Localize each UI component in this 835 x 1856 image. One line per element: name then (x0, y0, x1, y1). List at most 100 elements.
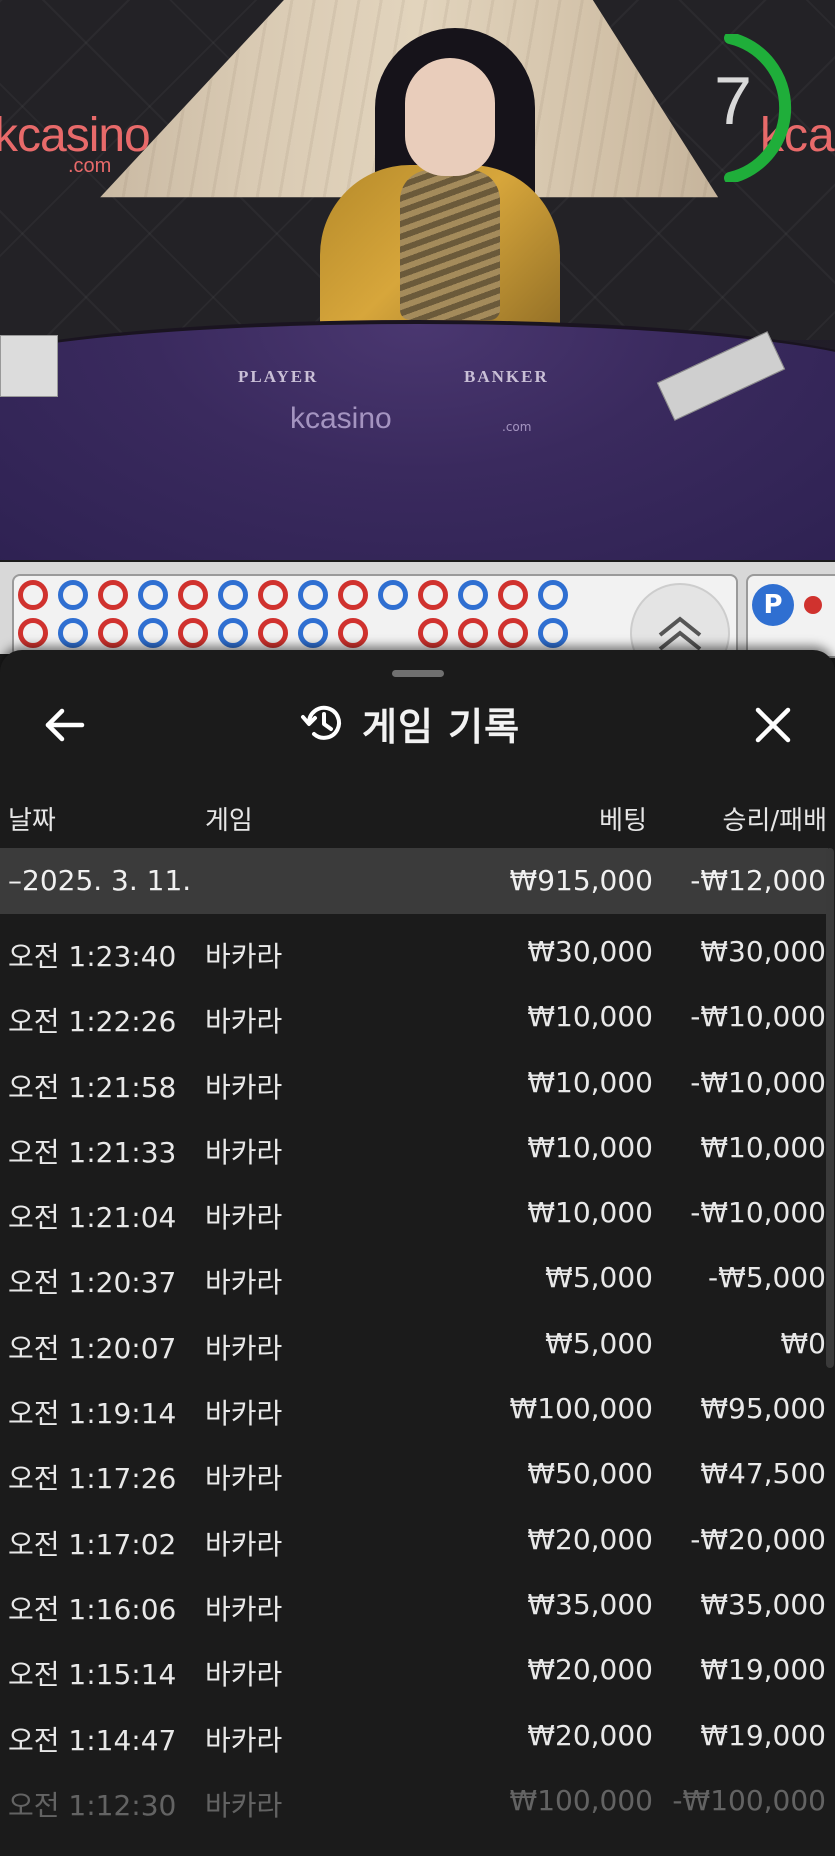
row-game: 바카라 (205, 1135, 283, 1169)
close-button[interactable] (748, 700, 798, 750)
row-game: 바카라 (205, 1331, 283, 1365)
row-bet: ₩100,000 (509, 1783, 653, 1817)
col-bet[interactable]: 베팅 (599, 800, 647, 837)
banker-bead (458, 618, 488, 648)
row-game: 바카라 (205, 1592, 283, 1626)
row-bet: ₩10,000 (527, 1130, 653, 1164)
column-headers: 날짜 게임 베팅 승리/패배 (0, 800, 835, 850)
countdown-value: 7 (714, 63, 752, 139)
banker-bead (98, 580, 128, 610)
player-bead (138, 580, 168, 610)
row-time: 오전 1:15:14 (8, 1658, 177, 1692)
history-row[interactable]: 오전 1:21:04 바카라 ₩10,000 -₩10,000 (0, 1181, 828, 1246)
history-row[interactable]: 오전 1:20:07 바카라 ₩5,000 ₩0 (0, 1312, 828, 1377)
row-game: 바카라 (205, 1070, 283, 1104)
banker-bead (258, 618, 288, 648)
history-row[interactable]: 오전 1:22:26 바카라 ₩10,000 -₩10,000 (0, 985, 828, 1050)
history-row[interactable]: 오전 1:15:14 바카라 ₩20,000 ₩19,000 (0, 1638, 828, 1703)
banker-bead (418, 618, 448, 648)
banker-bead (98, 618, 128, 648)
live-video-feed: kcasino .com kca PLAYER BANKER kcasino .… (0, 0, 835, 560)
row-bet: ₩10,000 (527, 1196, 653, 1230)
table-label-player: PLAYER (238, 367, 319, 386)
row-game: 바카라 (205, 1266, 283, 1300)
row-time: 오전 1:20:37 (8, 1266, 177, 1300)
row-result: -₩10,000 (690, 1196, 826, 1230)
banker-bead (418, 580, 448, 610)
banker-bead (258, 580, 288, 610)
history-row[interactable]: 오전 1:21:58 바카라 ₩10,000 -₩10,000 (0, 1051, 828, 1116)
row-time: 오전 1:21:33 (8, 1135, 177, 1169)
drag-handle[interactable] (392, 670, 444, 677)
row-result: ₩30,000 (700, 935, 826, 968)
sheet-title: 게임 기록 (362, 704, 521, 749)
history-row[interactable]: 오전 1:17:02 바카라 ₩20,000 -₩20,000 (0, 1508, 828, 1573)
row-time: 오전 1:19:14 (8, 1397, 177, 1431)
player-bead (218, 618, 248, 648)
summary-date: –2025. 3. 11. (8, 864, 192, 897)
date-group-summary[interactable]: –2025. 3. 11. ₩915,000 -₩12,000 (0, 848, 828, 914)
chevron-up-icon (658, 616, 702, 651)
row-game: 바카라 (205, 1527, 283, 1561)
row-result: ₩19,000 (700, 1653, 826, 1687)
player-bead (458, 580, 488, 610)
banker-bead (338, 580, 368, 610)
row-bet: ₩10,000 (527, 1000, 653, 1034)
history-row[interactable]: 오전 1:12:30 바카라 ₩100,000 -₩100,000 (0, 1769, 828, 1834)
row-game: 바카라 (205, 1658, 283, 1692)
row-time: 오전 1:14:47 (8, 1723, 177, 1757)
table-logo-sub: .com (502, 420, 532, 434)
row-game: 바카라 (205, 1397, 283, 1431)
row-bet: ₩50,000 (527, 1457, 653, 1491)
row-result: ₩47,500 (700, 1457, 826, 1491)
row-game: 바카라 (205, 940, 283, 973)
player-bead (538, 580, 568, 610)
baccarat-table (0, 320, 835, 560)
sheet-header: 게임 기록 (300, 694, 520, 752)
player-bead (538, 618, 568, 648)
col-date[interactable]: 날짜 (8, 800, 56, 837)
banker-dot (804, 596, 822, 614)
row-result: -₩20,000 (690, 1522, 826, 1556)
player-predict-badge[interactable]: P (752, 584, 794, 626)
scrollbar[interactable] (826, 848, 834, 1368)
history-row[interactable]: 오전 1:16:06 바카라 ₩35,000 ₩35,000 (0, 1573, 828, 1638)
row-time: 오전 1:17:02 (8, 1527, 177, 1561)
row-bet: ₩10,000 (527, 1065, 653, 1099)
row-time: 오전 1:17:26 (8, 1462, 177, 1496)
row-bet: ₩20,000 (527, 1653, 653, 1687)
row-bet: ₩20,000 (527, 1718, 653, 1752)
arrow-left-icon (45, 708, 85, 742)
history-row[interactable]: 오전 1:23:40 바카라 ₩30,000 ₩30,000 (0, 920, 828, 985)
player-bead (58, 618, 88, 648)
player-bead (298, 618, 328, 648)
studio-logo-left-sub: .com (68, 155, 112, 177)
history-row[interactable]: 오전 1:21:33 바카라 ₩10,000 ₩10,000 (0, 1116, 828, 1181)
player-bead (218, 580, 248, 610)
row-bet: ₩20,000 (527, 1522, 653, 1556)
player-bead (58, 580, 88, 610)
back-button[interactable] (40, 700, 90, 750)
history-list: 오전 1:23:40 바카라 ₩30,000 ₩30,000 오전 1:22:26 바카라… (0, 920, 828, 1834)
close-x-icon (755, 707, 791, 743)
table-label-banker: BANKER (464, 367, 549, 386)
banker-bead (498, 580, 528, 610)
history-row[interactable]: 오전 1:17:26 바카라 ₩50,000 ₩47,500 (0, 1442, 828, 1507)
card-stack (0, 335, 58, 397)
row-game: 바카라 (205, 1788, 283, 1822)
row-bet: ₩35,000 (527, 1587, 653, 1621)
row-time: 오전 1:16:06 (8, 1592, 177, 1626)
row-result: -₩10,000 (690, 1000, 826, 1034)
col-game[interactable]: 게임 (205, 800, 253, 837)
row-time: 오전 1:23:40 (8, 940, 177, 973)
row-result: -₩100,000 (672, 1783, 826, 1817)
history-row[interactable]: 오전 1:20:37 바카라 ₩5,000 -₩5,000 (0, 1246, 828, 1311)
banker-bead (498, 618, 528, 648)
history-row[interactable]: 오전 1:19:14 바카라 ₩100,000 ₩95,000 (0, 1377, 828, 1442)
row-time: 오전 1:21:04 (8, 1201, 177, 1235)
history-row[interactable]: 오전 1:14:47 바카라 ₩20,000 ₩19,000 (0, 1704, 828, 1769)
col-result[interactable]: 승리/패배 (723, 800, 827, 837)
row-time: 오전 1:12:30 (8, 1788, 177, 1822)
row-result: ₩35,000 (700, 1587, 826, 1621)
player-bead (298, 580, 328, 610)
